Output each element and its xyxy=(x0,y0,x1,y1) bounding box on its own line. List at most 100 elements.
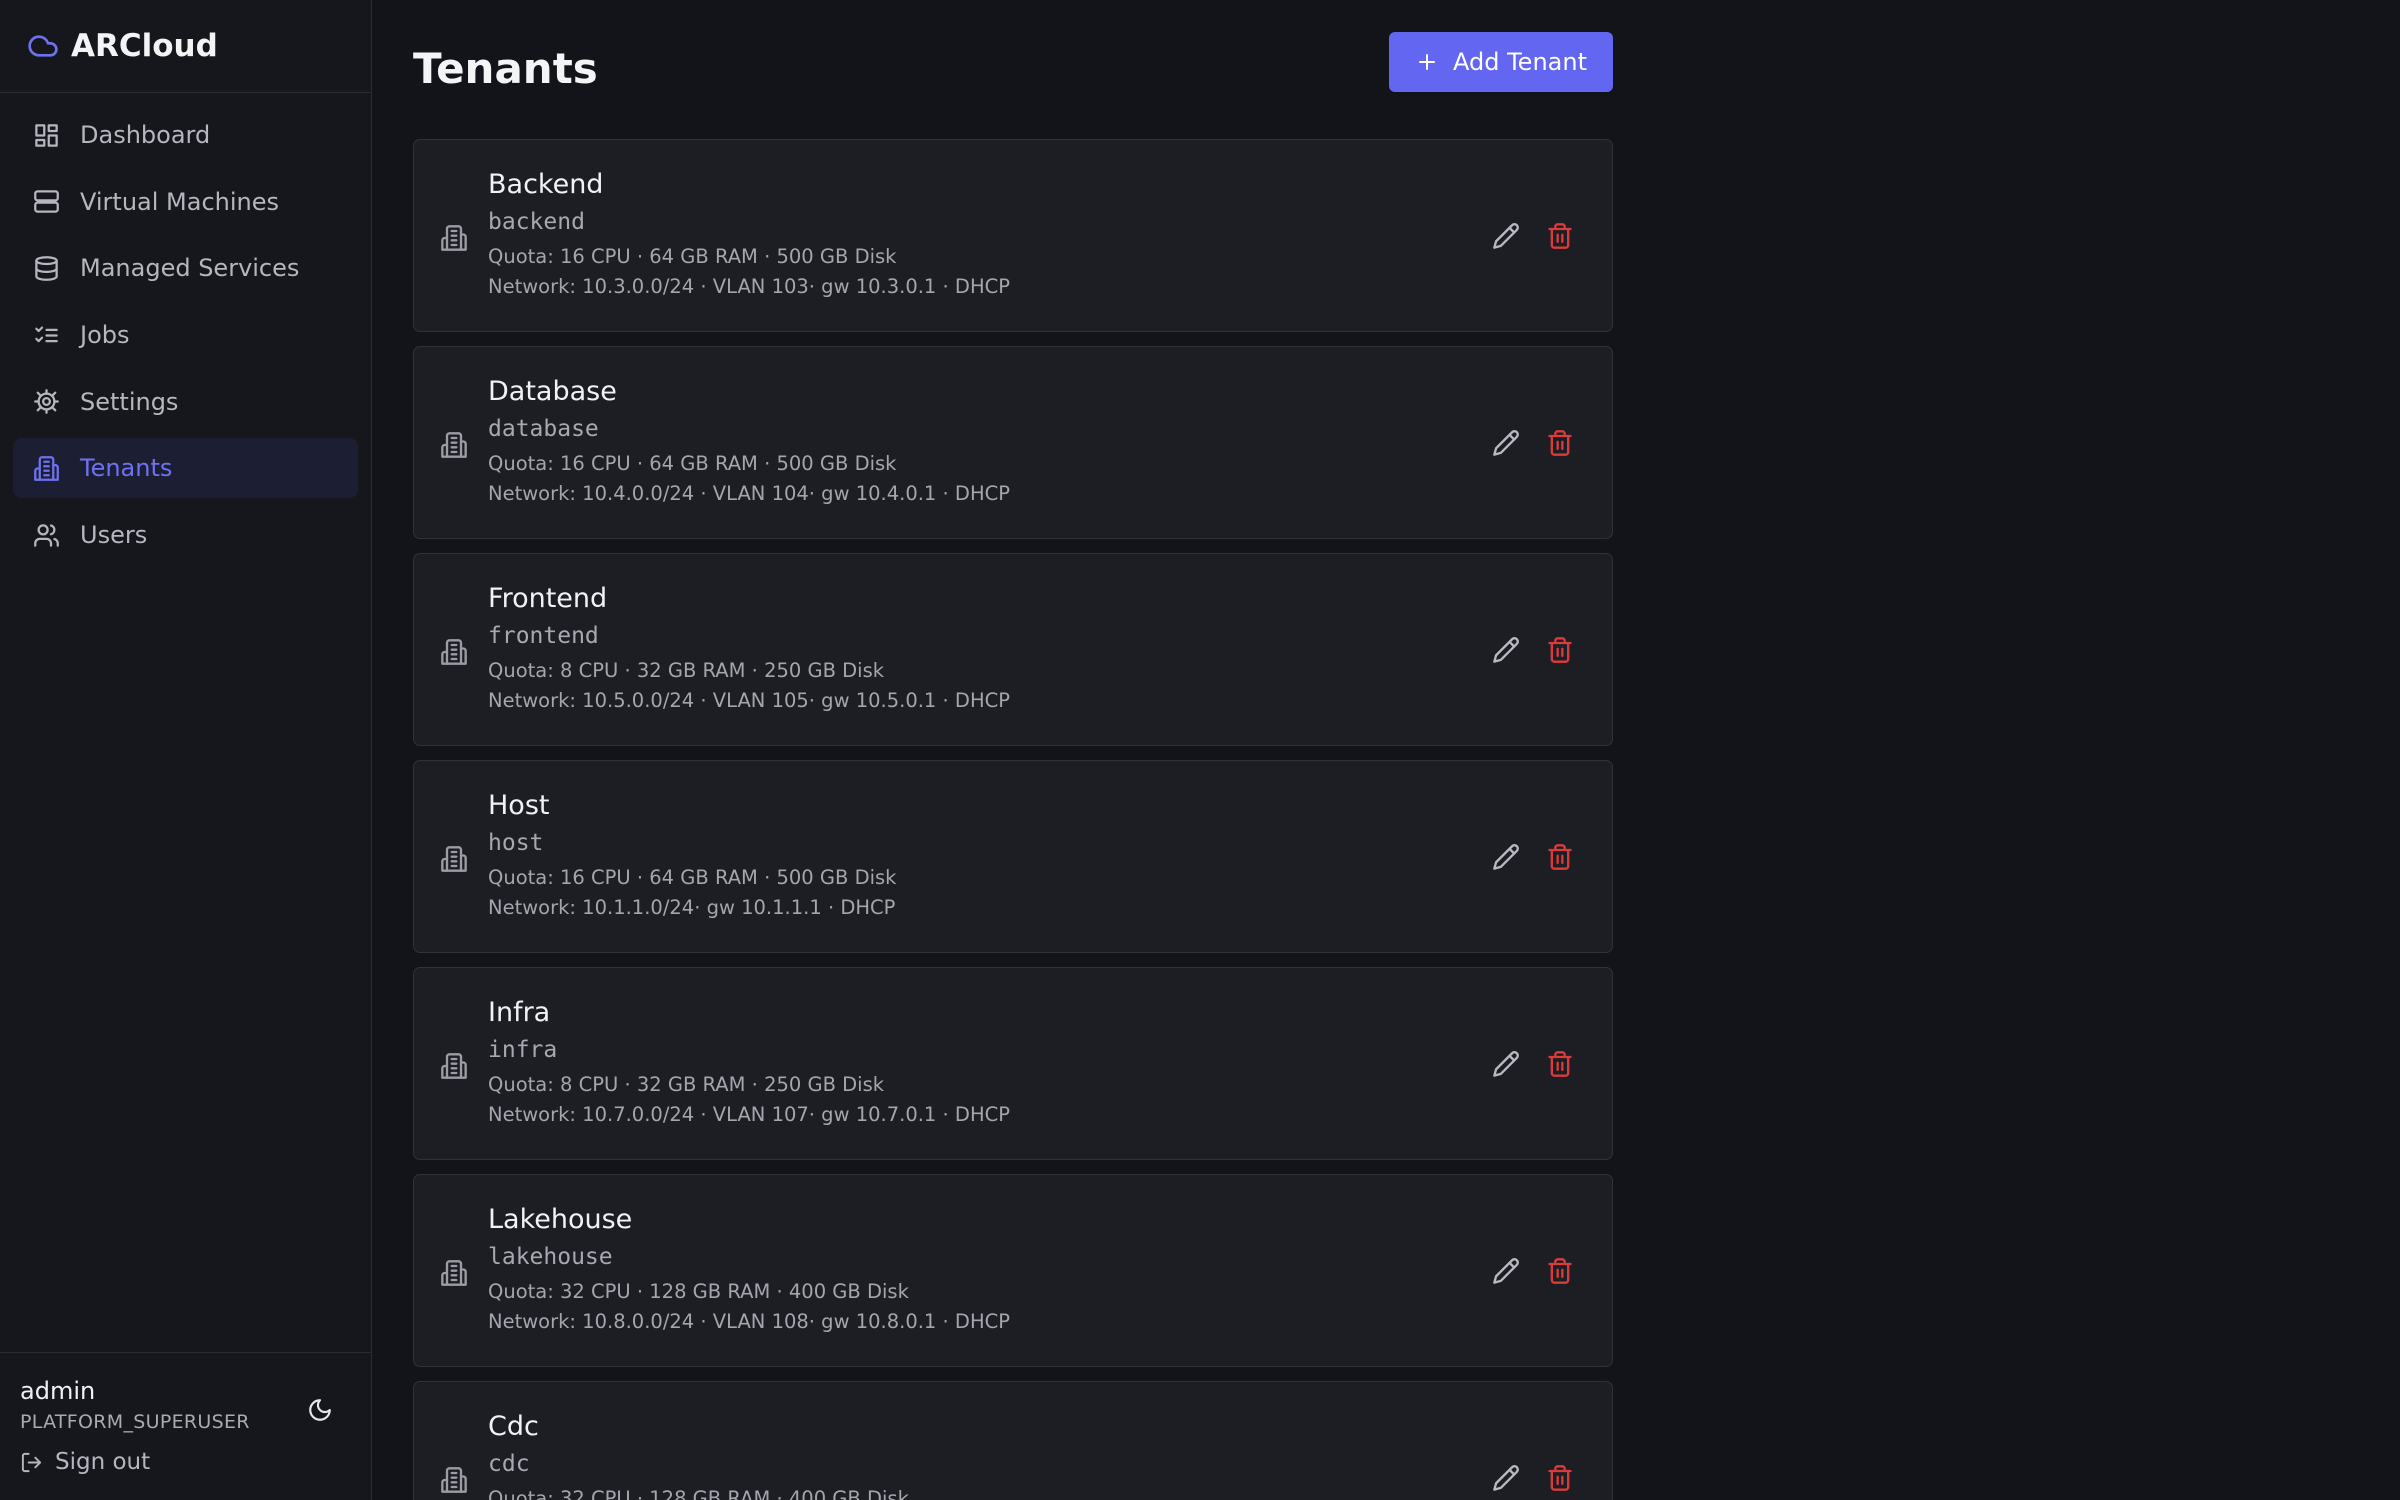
tenant-quota: Quota: 8 CPU · 32 GB RAM · 250 GB Disk xyxy=(488,659,885,682)
list-checks-icon xyxy=(35,326,58,342)
tenant-network: Network: 10.5.0.0/24 · VLAN 105· gw 10.5… xyxy=(488,689,1010,712)
pencil-icon xyxy=(1493,1465,1519,1491)
database-icon xyxy=(35,256,58,281)
delete-tenant-button[interactable] xyxy=(1544,1048,1576,1080)
page-title: Tenants xyxy=(413,44,598,93)
sidebar-footer: admin PLATFORM_SUPERUSER Sign out xyxy=(0,1352,371,1500)
tenant-network: Network: 10.7.0.0/24 · VLAN 107· gw 10.7… xyxy=(488,1103,1010,1126)
edit-tenant-button[interactable] xyxy=(1490,220,1522,252)
tenant-quota: Quota: 16 CPU · 64 GB RAM · 500 GB Disk xyxy=(488,452,897,475)
edit-tenant-button[interactable] xyxy=(1490,634,1522,666)
sidebar-item-jobs[interactable]: Jobs xyxy=(13,305,358,365)
trash-icon xyxy=(1548,637,1572,663)
tenant-name: Host xyxy=(488,790,550,821)
sidebar-item-label: Settings xyxy=(80,387,179,416)
building-icon xyxy=(441,639,467,665)
sidebar-item-settings[interactable]: Settings xyxy=(13,372,358,432)
trash-icon xyxy=(1548,1258,1572,1284)
page-header: Tenants Add Tenant xyxy=(413,0,1613,139)
sidebar-item-virtual-machines[interactable]: Virtual Machines xyxy=(13,172,358,232)
pencil-icon xyxy=(1493,430,1519,456)
tenant-card: Host host Quota: 16 CPU · 64 GB RAM · 50… xyxy=(413,760,1613,953)
app-root: ARCloud Dashboard Virtual Machines Manag… xyxy=(0,0,2400,1500)
edit-tenant-button[interactable] xyxy=(1490,841,1522,873)
sidebar-item-tenants[interactable]: Tenants xyxy=(13,438,358,499)
brand[interactable]: ARCloud xyxy=(0,0,371,93)
edit-tenant-button[interactable] xyxy=(1490,1255,1522,1287)
log-out-icon xyxy=(21,1452,42,1472)
tenant-network: Network: 10.4.0.0/24 · VLAN 104· gw 10.4… xyxy=(488,482,1010,505)
tenant-actions xyxy=(1490,1255,1576,1287)
sidebar-nav: Dashboard Virtual Machines Managed Servi… xyxy=(0,93,371,565)
pencil-icon xyxy=(1493,844,1519,870)
tenant-info: Infra infra Quota: 8 CPU · 32 GB RAM · 2… xyxy=(488,996,1010,1130)
pencil-icon xyxy=(1493,1258,1519,1284)
tenant-quota: Quota: 16 CPU · 64 GB RAM · 500 GB Disk xyxy=(488,866,897,889)
tenant-info: Database database Quota: 16 CPU · 64 GB … xyxy=(488,375,1010,509)
pencil-icon xyxy=(1493,637,1519,663)
sidebar-item-users[interactable]: Users xyxy=(13,505,358,565)
tenant-slug: database xyxy=(488,416,599,442)
tenant-network: Network: 10.8.0.0/24 · VLAN 108· gw 10.8… xyxy=(488,1310,1010,1333)
pencil-icon xyxy=(1493,223,1519,249)
sidebar-item-dashboard[interactable]: Dashboard xyxy=(13,105,358,165)
tenant-card: Database database Quota: 16 CPU · 64 GB … xyxy=(413,346,1613,539)
tenant-network: Network: 10.3.0.0/24 · VLAN 103· gw 10.3… xyxy=(488,275,1010,298)
tenant-actions xyxy=(1490,1048,1576,1080)
tenant-name: Infra xyxy=(488,997,551,1028)
tenant-slug: backend xyxy=(488,209,585,235)
tenant-quota: Quota: 32 CPU · 128 GB RAM · 400 GB Disk xyxy=(488,1487,909,1500)
theme-toggle-button[interactable] xyxy=(303,1393,337,1427)
building-icon xyxy=(34,456,59,481)
sidebar-item-label: Jobs xyxy=(80,321,130,350)
delete-tenant-button[interactable] xyxy=(1544,634,1576,666)
delete-tenant-button[interactable] xyxy=(1544,427,1576,459)
tenant-info: Host host Quota: 16 CPU · 64 GB RAM · 50… xyxy=(488,789,896,923)
tenant-actions xyxy=(1490,220,1576,252)
tenant-network: Network: 10.1.1.0/24· gw 10.1.1.1 · DHCP xyxy=(488,896,896,919)
sidebar-item-label: Dashboard xyxy=(80,121,211,149)
trash-icon xyxy=(1548,1465,1572,1491)
edit-tenant-button[interactable] xyxy=(1490,1462,1522,1494)
building-icon xyxy=(441,1260,467,1286)
building-icon xyxy=(441,1467,467,1493)
edit-tenant-button[interactable] xyxy=(1490,427,1522,459)
tenant-card: Cdc cdc Quota: 32 CPU · 128 GB RAM · 400… xyxy=(413,1381,1613,1500)
tenant-card: Infra infra Quota: 8 CPU · 32 GB RAM · 2… xyxy=(413,967,1613,1160)
app-name: ARCloud xyxy=(71,28,218,64)
trash-icon xyxy=(1548,1051,1572,1077)
tenant-card: Frontend frontend Quota: 8 CPU · 32 GB R… xyxy=(413,553,1613,746)
delete-tenant-button[interactable] xyxy=(1544,841,1576,873)
building-icon xyxy=(441,846,467,872)
tenant-actions xyxy=(1490,1462,1576,1494)
pencil-icon xyxy=(1493,1051,1519,1077)
delete-tenant-button[interactable] xyxy=(1544,1255,1576,1287)
main-content: Tenants Add Tenant Backend backend Quota… xyxy=(372,0,2400,1500)
plus-icon xyxy=(1419,54,1435,70)
sign-out-button[interactable]: Sign out xyxy=(20,1449,351,1475)
tenant-actions xyxy=(1490,427,1576,459)
tenant-list: Backend backend Quota: 16 CPU · 64 GB RA… xyxy=(413,139,1613,1500)
tenant-slug: cdc xyxy=(488,1451,530,1477)
sidebar-item-label: Virtual Machines xyxy=(80,187,280,216)
sidebar-item-label: Tenants xyxy=(80,454,173,483)
tenant-info: Frontend frontend Quota: 8 CPU · 32 GB R… xyxy=(488,582,1010,716)
gear-icon xyxy=(34,389,59,415)
add-tenant-button[interactable]: Add Tenant xyxy=(1389,32,1613,92)
tenant-slug: lakehouse xyxy=(488,1244,613,1270)
user-role: PLATFORM_SUPERUSER xyxy=(20,1411,250,1433)
users-icon xyxy=(34,523,59,547)
delete-tenant-button[interactable] xyxy=(1544,220,1576,252)
tenant-actions xyxy=(1490,634,1576,666)
tenant-name: Lakehouse xyxy=(488,1204,633,1235)
sidebar-item-managed-services[interactable]: Managed Services xyxy=(13,238,358,298)
building-icon xyxy=(441,1053,467,1079)
edit-tenant-button[interactable] xyxy=(1490,1048,1522,1080)
cloud-icon xyxy=(28,35,58,57)
delete-tenant-button[interactable] xyxy=(1544,1462,1576,1494)
trash-icon xyxy=(1548,223,1572,249)
dashboard-icon xyxy=(35,123,58,147)
tenant-slug: host xyxy=(488,830,544,856)
moon-icon xyxy=(309,1399,331,1421)
building-icon xyxy=(441,432,467,458)
